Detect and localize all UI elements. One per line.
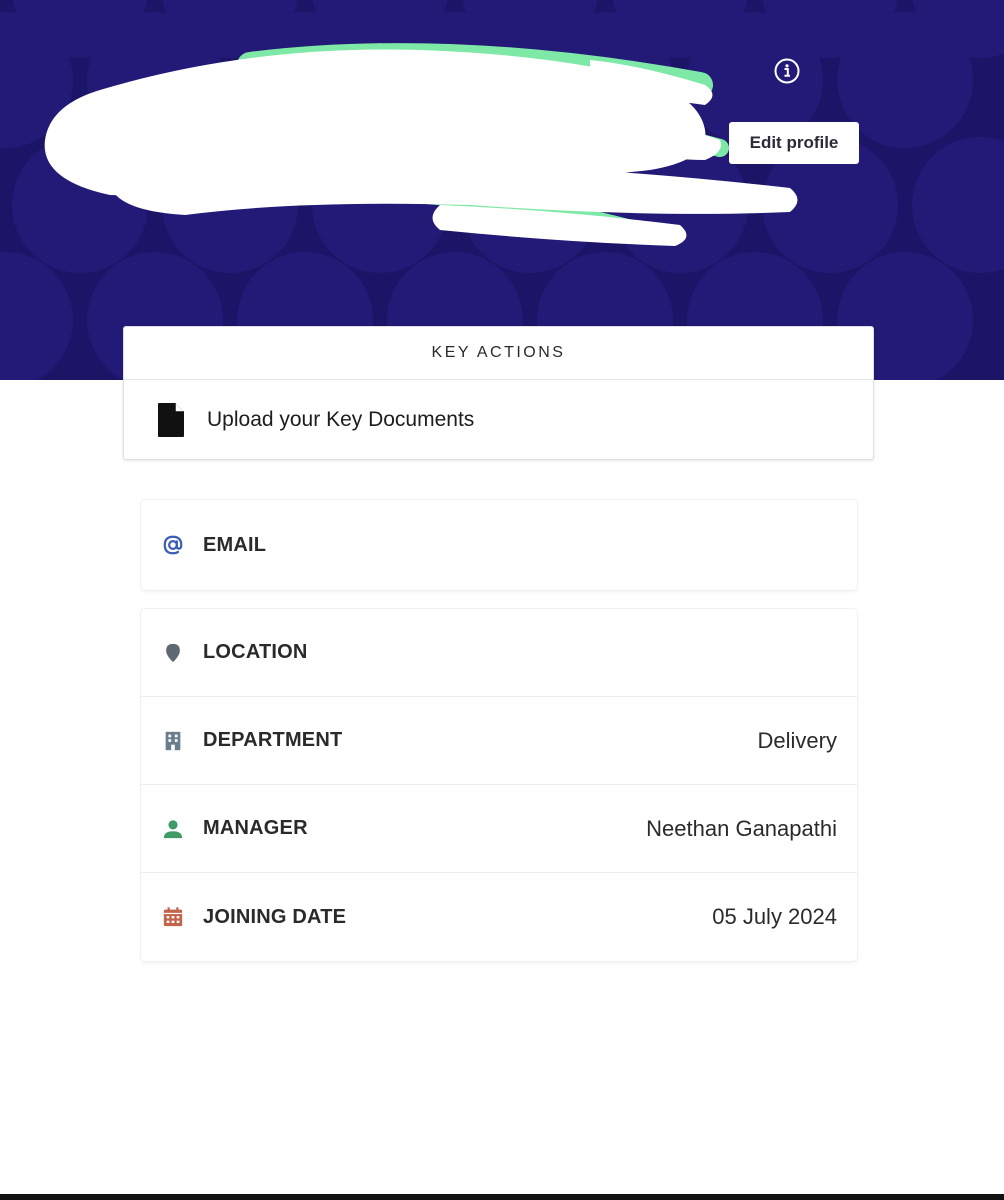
key-actions-card: KEY ACTIONS Upload your Key Documents [123,326,874,460]
email-row: EMAIL [141,500,857,590]
at-sign-icon [161,533,185,557]
bottom-bar [0,1194,1004,1200]
department-row: DEPARTMENT Delivery [141,697,857,785]
department-value: Delivery [757,727,837,753]
manager-value: Neethan Ganapathi [646,815,837,841]
document-icon [158,403,184,437]
person-icon [161,817,185,841]
calendar-icon [161,905,185,929]
location-row: LOCATION [141,609,857,697]
info-icon [774,58,800,84]
employee-details-card: LOCATION DEPARTMENT Delivery MANAGER Nee… [141,609,857,961]
info-button[interactable] [772,56,802,86]
upload-key-documents-label: Upload your Key Documents [207,408,475,431]
location-label: LOCATION [203,641,308,663]
key-actions-title: KEY ACTIONS [124,327,873,380]
email-card: EMAIL [141,500,857,590]
manager-label: MANAGER [203,817,308,839]
profile-header-banner: Edit profile [0,0,1004,380]
joining-date-value: 05 July 2024 [712,904,837,929]
email-label: EMAIL [203,533,267,556]
edit-profile-button[interactable]: Edit profile [729,122,859,164]
joining-date-label: JOINING DATE [203,905,347,928]
joining-date-row: JOINING DATE 05 July 2024 [141,873,857,961]
upload-key-documents-action[interactable]: Upload your Key Documents [124,380,873,460]
redacted-profile-name [44,43,798,246]
building-icon [161,729,185,753]
department-label: DEPARTMENT [203,729,343,751]
manager-row: MANAGER Neethan Ganapathi [141,785,857,873]
location-pin-icon [161,641,185,665]
